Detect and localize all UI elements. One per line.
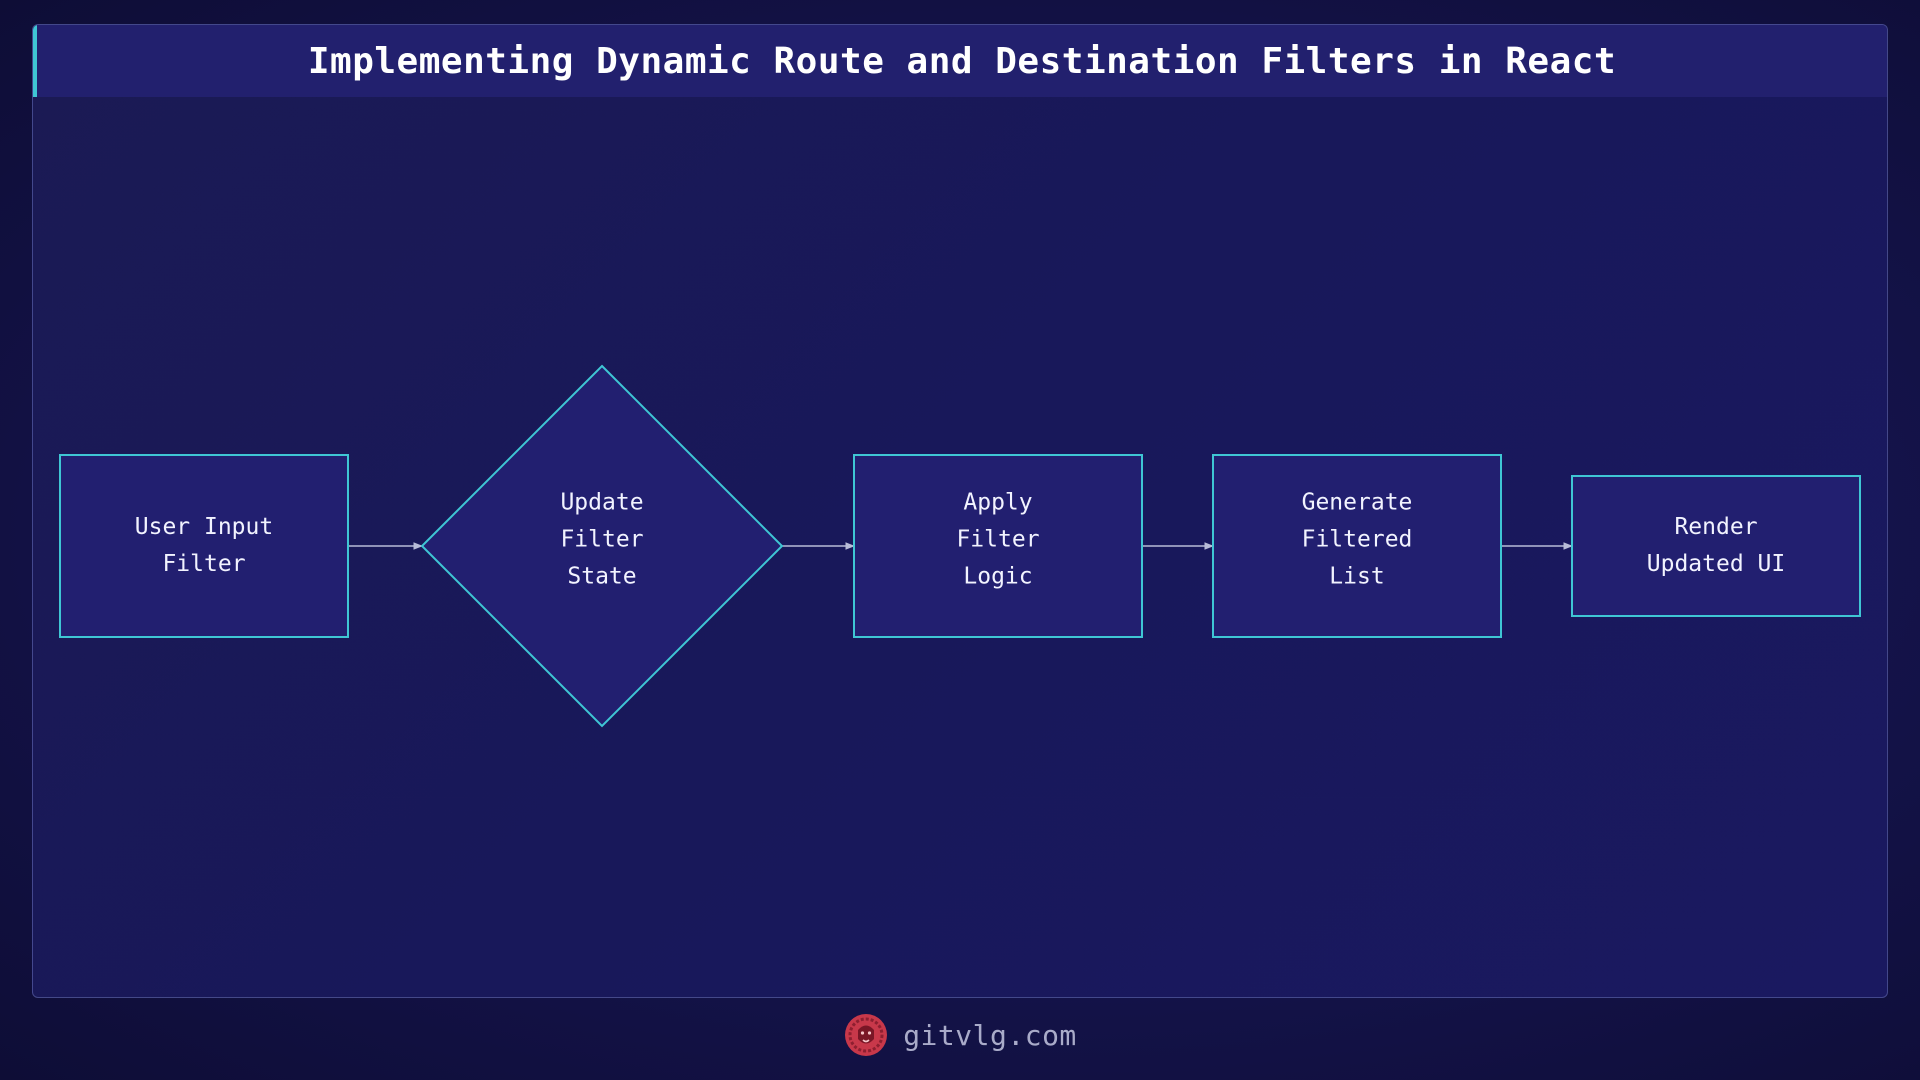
- node-label-line: Filter: [162, 551, 245, 577]
- node-label-line: Logic: [963, 564, 1032, 590]
- node-generate-filtered-list: Generate Filtered List: [1212, 454, 1502, 638]
- nodes-layer: User Input Filter Update Filter State Apply Fi…: [59, 364, 1861, 728]
- node-label-line: List: [1329, 564, 1384, 590]
- node-label-line: Filter: [956, 527, 1039, 553]
- node-label-line: Render: [1674, 514, 1757, 540]
- process-box: [59, 454, 349, 638]
- node-label-line: Filtered: [1302, 527, 1413, 553]
- node-label-line: User Input: [135, 514, 273, 540]
- node-label-line: Update: [560, 490, 643, 516]
- node-apply-filter-logic: Apply Filter Logic: [853, 454, 1143, 638]
- node-label-line: Apply: [963, 490, 1032, 516]
- node-label-line: Generate: [1302, 490, 1413, 516]
- node-user-input-filter: User Input Filter: [59, 454, 349, 638]
- footer: gitvlg.com: [0, 1010, 1920, 1060]
- lion-head-logo-icon[interactable]: [843, 1012, 889, 1058]
- node-render-updated-ui: Render Updated UI: [1571, 475, 1861, 617]
- node-label-line: State: [567, 564, 636, 590]
- node-update-filter-state: Update Filter State: [420, 364, 784, 728]
- footer-site-link[interactable]: gitvlg.com: [903, 1019, 1077, 1052]
- flowchart: User Input Filter Update Filter State Apply Fi…: [59, 364, 1861, 728]
- process-box: [1571, 475, 1861, 617]
- node-label-line: Updated UI: [1647, 551, 1785, 577]
- node-label-line: Filter: [560, 527, 643, 553]
